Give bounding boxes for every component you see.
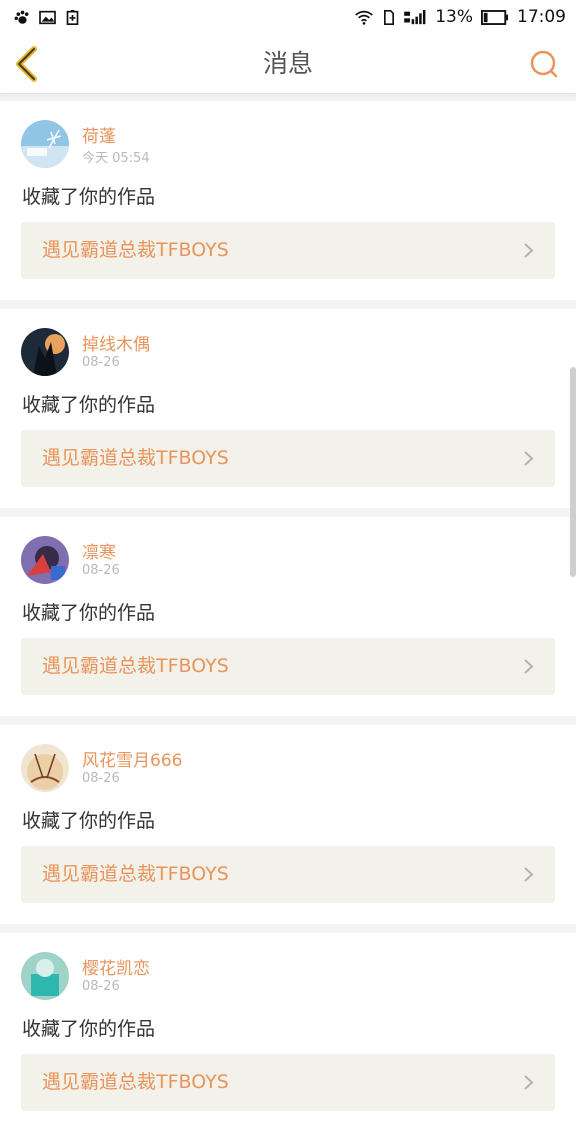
message-list[interactable]: 荷蓬 今天 05:54 收藏了你的作品 遇见霸道总裁TFBOYS 掉线木偶 08… bbox=[0, 95, 576, 1132]
avatar[interactable] bbox=[21, 952, 69, 1000]
username[interactable]: 樱花凯恋 bbox=[82, 954, 150, 979]
work-link[interactable]: 遇见霸道总裁TFBOYS bbox=[21, 846, 555, 903]
timestamp: 08-26 bbox=[82, 355, 120, 370]
message-card: 掉线木偶 08-26 收藏了你的作品 遇见霸道总裁TFBOYS bbox=[0, 309, 576, 508]
work-title: 遇见霸道总裁TFBOYS bbox=[42, 863, 229, 885]
message-card: 荷蓬 今天 05:54 收藏了你的作品 遇见霸道总裁TFBOYS bbox=[0, 101, 576, 300]
message-card: 凛寒 08-26 收藏了你的作品 遇见霸道总裁TFBOYS bbox=[0, 517, 576, 716]
status-bar: 13% 17:09 bbox=[0, 0, 576, 34]
action-text: 收藏了你的作品 bbox=[22, 810, 156, 832]
action-text: 收藏了你的作品 bbox=[22, 394, 156, 416]
timestamp: 08-26 bbox=[82, 771, 120, 786]
avatar[interactable] bbox=[21, 328, 69, 376]
username[interactable]: 风花雪月666 bbox=[82, 746, 182, 771]
paw-icon bbox=[14, 10, 29, 24]
chevron-right-icon bbox=[524, 243, 534, 258]
battery-saver-icon bbox=[66, 9, 79, 25]
page-title: 消息 bbox=[262, 49, 313, 78]
action-text: 收藏了你的作品 bbox=[22, 186, 156, 208]
work-title: 遇见霸道总裁TFBOYS bbox=[42, 447, 229, 469]
nav-bar: 消息 bbox=[0, 34, 576, 94]
work-link[interactable]: 遇见霸道总裁TFBOYS bbox=[21, 222, 555, 279]
message-card: 风花雪月666 08-26 收藏了你的作品 遇见霸道总裁TFBOYS bbox=[0, 725, 576, 924]
work-title: 遇见霸道总裁TFBOYS bbox=[42, 239, 229, 261]
username[interactable]: 凛寒 bbox=[82, 538, 116, 563]
chevron-right-icon bbox=[524, 867, 534, 882]
action-text: 收藏了你的作品 bbox=[22, 1018, 156, 1040]
chevron-right-icon bbox=[524, 451, 534, 466]
status-right: 13% 17:09 bbox=[353, 7, 566, 27]
clock: 17:09 bbox=[517, 7, 566, 27]
work-link[interactable]: 遇见霸道总裁TFBOYS bbox=[21, 638, 555, 695]
chevron-right-icon bbox=[524, 1075, 534, 1090]
username[interactable]: 掉线木偶 bbox=[82, 330, 150, 355]
work-title: 遇见霸道总裁TFBOYS bbox=[42, 1071, 229, 1093]
timestamp: 08-26 bbox=[82, 979, 120, 994]
sim-icon bbox=[384, 9, 395, 25]
battery-percent: 13% bbox=[435, 7, 473, 27]
scrollbar-thumb[interactable] bbox=[570, 367, 576, 577]
wifi-icon bbox=[355, 10, 374, 25]
image-icon bbox=[39, 10, 56, 24]
timestamp: 08-26 bbox=[82, 563, 120, 578]
timestamp: 今天 05:54 bbox=[82, 151, 150, 166]
4g-signal-icon bbox=[404, 9, 426, 24]
avatar[interactable] bbox=[21, 536, 69, 584]
work-link[interactable]: 遇见霸道总裁TFBOYS bbox=[21, 430, 555, 487]
message-card: 樱花凯恋 08-26 收藏了你的作品 遇见霸道总裁TFBOYS bbox=[0, 933, 576, 1132]
work-title: 遇见霸道总裁TFBOYS bbox=[42, 655, 229, 677]
avatar[interactable] bbox=[21, 744, 69, 792]
action-text: 收藏了你的作品 bbox=[22, 602, 156, 624]
status-left bbox=[14, 9, 81, 25]
chevron-right-icon bbox=[524, 659, 534, 674]
search-icon[interactable] bbox=[530, 50, 558, 78]
avatar[interactable] bbox=[21, 120, 69, 168]
username[interactable]: 荷蓬 bbox=[82, 122, 116, 147]
battery-icon bbox=[481, 9, 509, 25]
work-link[interactable]: 遇见霸道总裁TFBOYS bbox=[21, 1054, 555, 1111]
